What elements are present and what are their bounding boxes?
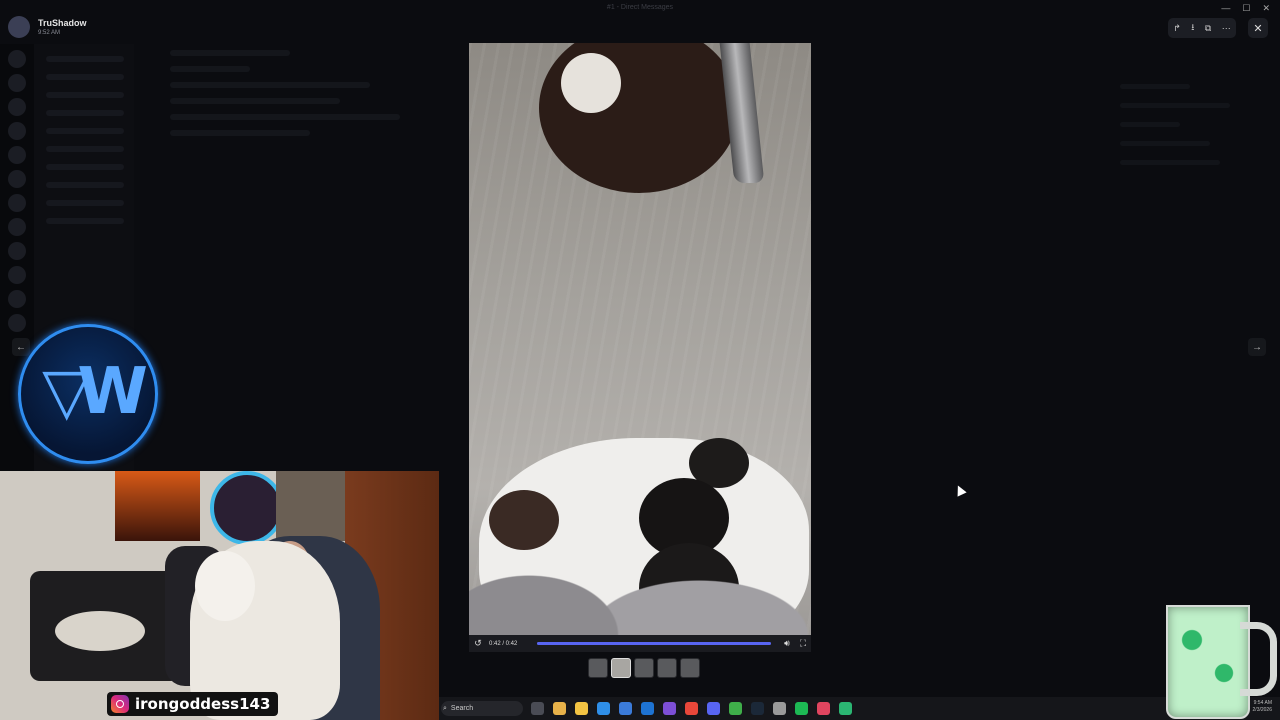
video-progress-bar[interactable] [537,642,771,645]
forward-icon[interactable]: ↱ [1173,23,1181,34]
clock-time: 9:54 AM [1253,700,1272,706]
file-explorer-icon[interactable] [575,702,588,715]
edge-icon[interactable] [597,702,610,715]
gallery-thumbnail[interactable] [634,658,654,678]
avatar [8,16,30,38]
gallery-thumbnail[interactable] [611,658,631,678]
window-controls[interactable]: — ☐ ✕ [1221,3,1270,14]
arrow-right-icon: → [1252,341,1262,353]
next-media-button[interactable]: → [1248,338,1266,356]
taskbar-apps [531,702,852,715]
discord-icon[interactable] [707,702,720,715]
outlook-icon[interactable] [641,702,654,715]
maximize-icon[interactable]: ☐ [1242,3,1250,14]
gallery-thumbnail[interactable] [680,658,700,678]
chrome-icon[interactable] [685,702,698,715]
close-viewer-button[interactable]: ✕ [1248,18,1268,38]
post-timestamp: 9:52 AM [38,30,61,36]
more-icon[interactable]: ⋯ [1222,23,1231,34]
taskbar-search[interactable]: ⌕ Search [441,701,523,716]
search-icon: ⌕ [443,704,447,712]
video-controls: ↺ 0:42 / 0:42 🔊︎ ⛶ [469,635,811,652]
settings-icon[interactable] [773,702,786,715]
minimize-icon[interactable]: — [1221,3,1230,14]
taskbar: ⌕ Search 9:54 AM 2/3/2026 [439,697,1280,720]
clock-date: 2/3/2026 [1252,707,1272,713]
maps-icon[interactable] [817,702,830,715]
mug-overlay [1166,605,1250,719]
media-author: TruShadow 9:52 AM [8,16,87,38]
previous-media-button[interactable]: ← [12,338,30,356]
video-time: 0:42 / 0:42 [489,640,518,647]
streamer-logo: ▽W [18,324,158,464]
open-external-icon[interactable]: ⧉ [1205,23,1211,34]
task-view-icon[interactable] [531,702,544,715]
profile-panel [1110,70,1260,310]
chat-area [160,40,450,500]
copilot-icon[interactable] [553,702,566,715]
author-name: TruShadow [38,18,87,28]
store-icon[interactable] [619,702,632,715]
gallery-thumbnail[interactable] [657,658,677,678]
gallery-thumbnails [588,658,700,678]
webcam-feed [0,471,439,720]
instagram-badge: irongoddess143 [107,692,279,716]
replay-icon[interactable]: ↺ [469,638,487,649]
logo-icon: ▽W [42,355,148,429]
media-toolbar: ↱ ⭳ ⧉ ⋯ [1168,18,1236,38]
video-player[interactable] [469,43,811,635]
app-icon[interactable] [839,702,852,715]
xbox-icon[interactable] [729,702,742,715]
spotify-icon[interactable] [795,702,808,715]
video-progress-fill [537,642,771,645]
window-close-icon[interactable]: ✕ [1262,3,1270,14]
system-clock[interactable]: 9:54 AM 2/3/2026 [1253,700,1272,714]
gallery-thumbnail[interactable] [588,658,608,678]
download-icon[interactable]: ⭳ [1191,20,1194,36]
mug-handle [1240,622,1277,696]
instagram-handle: irongoddess143 [135,695,271,713]
close-icon: ✕ [1253,22,1263,35]
arrow-left-icon: ← [16,341,26,353]
steam-icon[interactable] [751,702,764,715]
window-title: #1 - Direct Messages [606,4,674,11]
fullscreen-icon[interactable]: ⛶ [795,638,811,649]
volume-icon[interactable]: 🔊︎ [779,638,795,649]
search-placeholder: Search [450,705,474,712]
proton-icon[interactable] [663,702,676,715]
instagram-icon [111,695,129,713]
